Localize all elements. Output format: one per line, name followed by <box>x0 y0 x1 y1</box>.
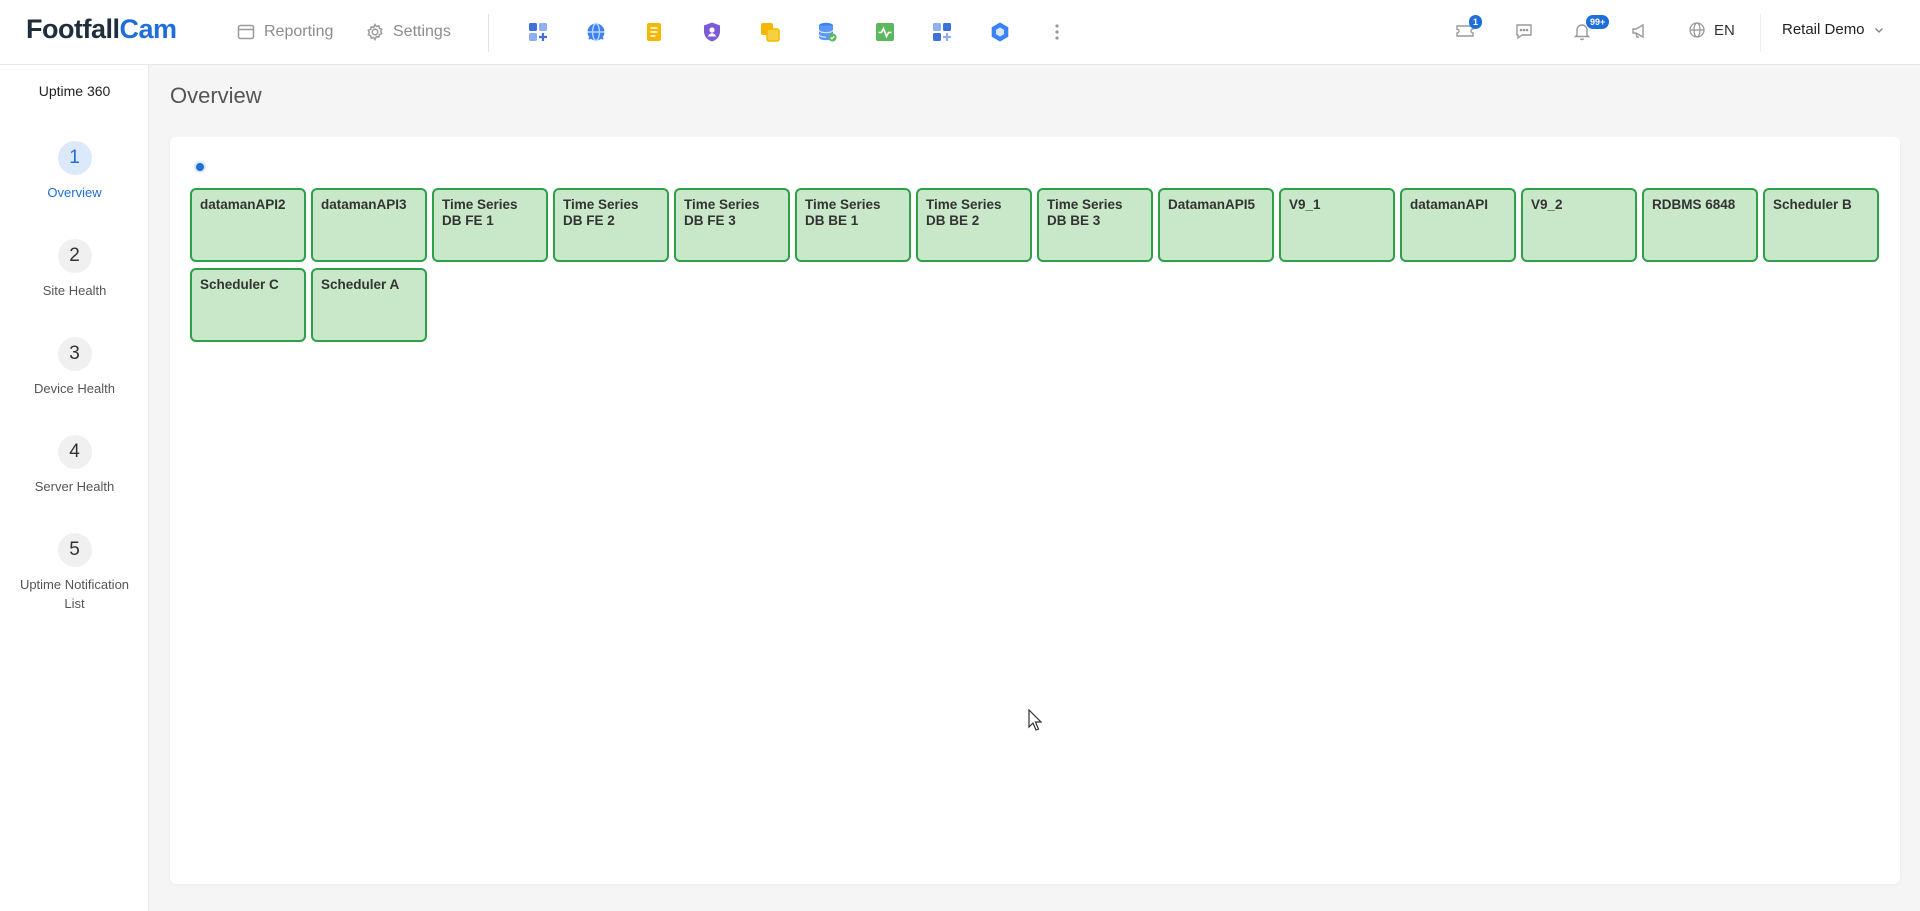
sidebar-title: Uptime 360 <box>38 83 111 99</box>
server-tile[interactable]: Scheduler A <box>311 268 427 342</box>
server-tile[interactable]: Time Series DB BE 3 <box>1037 188 1153 262</box>
ticket-button[interactable]: 1 <box>1454 15 1483 44</box>
nav-settings-label: Settings <box>393 23 451 40</box>
divider <box>1760 14 1761 52</box>
step-number: 5 <box>57 533 92 567</box>
account-name: Retail Demo <box>1782 21 1865 38</box>
server-tile[interactable]: V9_2 <box>1521 188 1637 262</box>
server-tile[interactable]: V9_1 <box>1279 188 1395 262</box>
server-tiles: datamanAPI2 datamanAPI3 Time Series DB F… <box>190 188 1890 342</box>
server-tile[interactable]: Scheduler C <box>190 268 306 342</box>
step-label: Device Health <box>34 381 115 396</box>
nav-reporting-label: Reporting <box>264 23 334 40</box>
step-number: 4 <box>57 435 92 469</box>
server-tile[interactable]: Time Series DB BE 2 <box>916 188 1032 262</box>
shield-user-icon[interactable] <box>700 20 724 44</box>
language-selector[interactable]: EN <box>1688 21 1735 39</box>
nav-settings[interactable]: Settings <box>365 22 451 42</box>
top-bar: FootfallCam Reporting Settings 1 99+ EN … <box>0 0 1920 65</box>
notification-badge: 99+ <box>1586 15 1610 29</box>
server-tile[interactable]: Time Series DB FE 2 <box>553 188 669 262</box>
divider <box>488 14 489 52</box>
server-tile[interactable]: Time Series DB FE 1 <box>432 188 548 262</box>
server-tile[interactable]: RDBMS 6848 <box>1642 188 1758 262</box>
sidebar-step-overview[interactable]: 1 Overview <box>0 141 149 202</box>
page-title: Overview <box>170 83 262 108</box>
server-tile[interactable]: datamanAPI3 <box>311 188 427 262</box>
sidebar-step-device-health[interactable]: 3 Device Health <box>0 337 149 398</box>
step-number: 3 <box>57 337 92 371</box>
calendar-icon <box>237 24 255 40</box>
language-label: EN <box>1714 21 1735 39</box>
ticket-badge: 1 <box>1469 15 1483 29</box>
mouse-cursor-icon <box>1028 709 1042 731</box>
messages-button[interactable] <box>1513 20 1537 44</box>
step-number: 1 <box>57 141 92 175</box>
server-tile[interactable]: Scheduler B <box>1763 188 1879 262</box>
globe-icon <box>1689 22 1705 38</box>
copy-icon[interactable] <box>758 20 782 44</box>
notes-icon[interactable] <box>642 20 666 44</box>
chevron-down-icon <box>1874 27 1883 33</box>
server-tile[interactable]: datamanAPI2 <box>190 188 306 262</box>
step-label: Overview <box>47 185 102 200</box>
globe-icon[interactable] <box>584 20 608 44</box>
sidebar-step-site-health[interactable]: 2 Site Health <box>0 239 149 300</box>
grid-add-icon[interactable] <box>930 20 954 44</box>
chat-icon <box>1516 24 1532 40</box>
activity-icon[interactable] <box>873 20 897 44</box>
status-dot <box>196 163 204 171</box>
logo-text-part2: Cam <box>119 14 177 44</box>
notifications-button[interactable]: 99+ <box>1571 15 1610 44</box>
server-tile[interactable]: Time Series DB FE 3 <box>674 188 790 262</box>
sidebar: Uptime 360 1 Overview 2 Site Health 3 De… <box>0 65 149 911</box>
gear-icon <box>367 23 383 41</box>
account-menu[interactable]: Retail Demo <box>1782 21 1885 38</box>
announcements-button[interactable] <box>1629 20 1653 44</box>
nav-reporting[interactable]: Reporting <box>236 22 333 42</box>
step-label: Server Health <box>34 479 115 494</box>
logo-text-part1: Footfall <box>26 14 120 44</box>
sidebar-step-uptime-notification-list[interactable]: 5 Uptime Notification List <box>0 533 149 613</box>
megaphone-icon <box>1632 23 1644 39</box>
server-tile[interactable]: Time Series DB BE 1 <box>795 188 911 262</box>
step-label: Site Health <box>42 283 107 298</box>
database-check-icon[interactable] <box>815 20 839 44</box>
step-label: Uptime Notification List <box>19 577 130 611</box>
dashboard-add-icon[interactable] <box>526 20 550 44</box>
footfallcam-logo[interactable]: FootfallCam <box>26 14 177 45</box>
server-tile[interactable]: datamanAPI <box>1400 188 1516 262</box>
more-vertical-icon[interactable] <box>1045 20 1069 44</box>
sidebar-step-server-health[interactable]: 4 Server Health <box>0 435 149 496</box>
server-tile[interactable]: DatamanAPI5 <box>1158 188 1274 262</box>
hexagon-icon[interactable] <box>988 20 1012 44</box>
step-number: 2 <box>57 239 92 273</box>
